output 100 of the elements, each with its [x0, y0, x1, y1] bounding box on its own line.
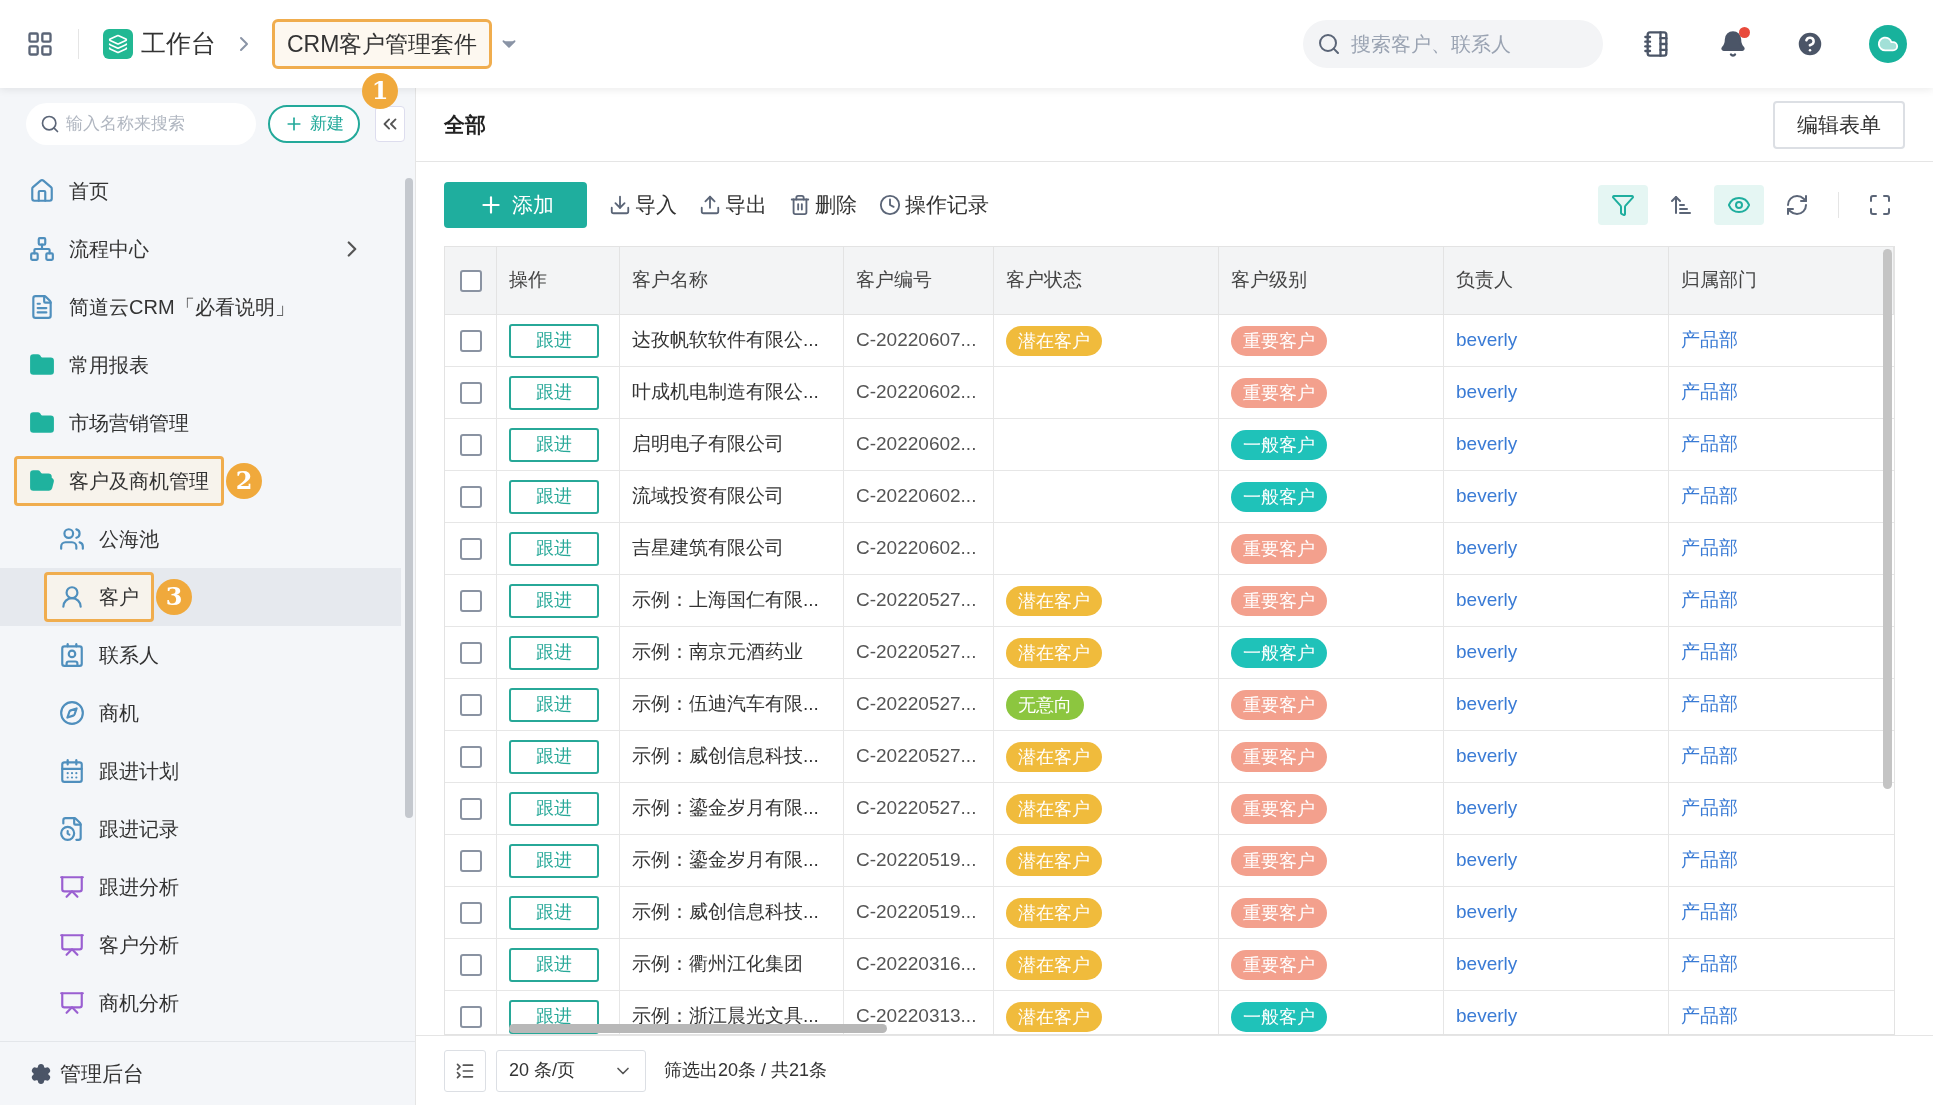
- sidebar-item[interactable]: 公海池: [44, 514, 174, 564]
- toolbar-action[interactable]: 导入: [609, 189, 677, 221]
- department-link[interactable]: 产品部: [1681, 950, 1738, 979]
- department-link[interactable]: 产品部: [1681, 638, 1738, 667]
- owner-link[interactable]: beverly: [1456, 690, 1518, 719]
- owner-link[interactable]: beverly: [1456, 638, 1518, 667]
- department-link[interactable]: 产品部: [1681, 534, 1738, 563]
- row-checkbox[interactable]: [459, 329, 482, 352]
- sidebar-item[interactable]: 客户: [44, 572, 154, 622]
- avatar[interactable]: [1869, 25, 1907, 63]
- help-icon[interactable]: [1795, 29, 1825, 59]
- row-checkbox[interactable]: [459, 537, 482, 560]
- search-field[interactable]: 输入名称来搜索: [26, 103, 256, 145]
- owner-link[interactable]: beverly: [1456, 430, 1518, 459]
- follow-up-button[interactable]: 跟进: [509, 895, 599, 930]
- sidebar-item[interactable]: 客户分析: [44, 920, 194, 970]
- owner-link[interactable]: beverly: [1456, 794, 1518, 823]
- settings-icon: [30, 1062, 52, 1085]
- department-link[interactable]: 产品部: [1681, 430, 1738, 459]
- owner-link[interactable]: beverly: [1456, 326, 1518, 355]
- notebook-icon[interactable]: [1643, 30, 1671, 58]
- department-link[interactable]: 产品部: [1681, 482, 1738, 511]
- toolbar-tool[interactable]: [1598, 185, 1648, 225]
- tag: 重要客户: [1231, 793, 1327, 824]
- scrollbar[interactable]: [405, 178, 413, 818]
- search-field[interactable]: 搜索客户、联系人: [1303, 20, 1603, 68]
- follow-up-button[interactable]: 跟进: [509, 791, 599, 826]
- sidebar-item[interactable]: 客户及商机管理: [14, 456, 224, 506]
- collapse-button[interactable]: [375, 106, 405, 142]
- department-link[interactable]: 产品部: [1681, 378, 1738, 407]
- row-checkbox[interactable]: [459, 485, 482, 508]
- follow-up-button[interactable]: 跟进: [509, 635, 599, 670]
- row-checkbox[interactable]: [459, 901, 482, 924]
- bell-icon[interactable]: [1719, 30, 1747, 58]
- app-title[interactable]: CRM客户管理套件: [272, 19, 493, 69]
- follow-up-button[interactable]: 跟进: [509, 947, 599, 982]
- toolbar-tool[interactable]: [1714, 185, 1764, 225]
- department-link[interactable]: 产品部: [1681, 846, 1738, 875]
- row-checkbox[interactable]: [459, 797, 482, 820]
- sidebar-item[interactable]: 跟进计划: [44, 746, 194, 796]
- follow-up-button[interactable]: 跟进: [509, 583, 599, 618]
- owner-link[interactable]: beverly: [1456, 950, 1518, 979]
- department-link[interactable]: 产品部: [1681, 326, 1738, 355]
- sidebar-item[interactable]: 流程中心: [14, 224, 164, 274]
- department-link[interactable]: 产品部: [1681, 586, 1738, 615]
- owner-link[interactable]: beverly: [1456, 898, 1518, 927]
- owner-link[interactable]: beverly: [1456, 534, 1518, 563]
- row-checkbox[interactable]: [459, 641, 482, 664]
- row-checkbox[interactable]: [459, 953, 482, 976]
- follow-up-button[interactable]: 跟进: [509, 323, 599, 358]
- add-button[interactable]: 添加: [444, 182, 587, 228]
- row-checkbox[interactable]: [459, 433, 482, 456]
- follow-up-button[interactable]: 跟进: [509, 375, 599, 410]
- follow-up-button[interactable]: 跟进: [509, 427, 599, 462]
- workspace-link[interactable]: 工作台: [141, 25, 216, 63]
- sidebar-item[interactable]: 商机分析: [44, 978, 194, 1028]
- department-link[interactable]: 产品部: [1681, 898, 1738, 927]
- row-height-button[interactable]: [444, 1049, 486, 1092]
- select-all-checkbox[interactable]: [459, 269, 482, 292]
- search-input[interactable]: 输入名称来搜索: [66, 111, 241, 137]
- owner-link[interactable]: beverly: [1456, 742, 1518, 771]
- apps-grid-icon[interactable]: [26, 30, 54, 58]
- toolbar-action[interactable]: 删除: [789, 189, 857, 221]
- owner-link[interactable]: beverly: [1456, 378, 1518, 407]
- follow-up-button[interactable]: 跟进: [509, 739, 599, 774]
- owner-link[interactable]: beverly: [1456, 1002, 1518, 1031]
- row-checkbox[interactable]: [459, 745, 482, 768]
- sidebar-item[interactable]: 跟进记录: [44, 804, 194, 854]
- scrollbar[interactable]: [509, 1024, 887, 1033]
- follow-up-button[interactable]: 跟进: [509, 843, 599, 878]
- page-size-select[interactable]: 20 条/页: [496, 1049, 646, 1092]
- sidebar-item[interactable]: 常用报表: [14, 340, 164, 390]
- edit-form-button[interactable]: 编辑表单: [1773, 100, 1905, 149]
- new-button[interactable]: 新建: [268, 105, 360, 143]
- toolbar-action[interactable]: 操作记录: [879, 189, 989, 221]
- sidebar-item[interactable]: 联系人: [44, 630, 174, 680]
- follow-up-button[interactable]: 跟进: [509, 531, 599, 566]
- scrollbar[interactable]: [1883, 249, 1892, 789]
- sidebar-item[interactable]: 商机: [44, 688, 154, 738]
- row-checkbox[interactable]: [459, 1005, 482, 1028]
- row-checkbox[interactable]: [459, 589, 482, 612]
- owner-link[interactable]: beverly: [1456, 482, 1518, 511]
- owner-link[interactable]: beverly: [1456, 586, 1518, 615]
- search-input[interactable]: 搜索客户、联系人: [1351, 29, 1581, 59]
- department-link[interactable]: 产品部: [1681, 742, 1738, 771]
- department-link[interactable]: 产品部: [1681, 690, 1738, 719]
- row-checkbox[interactable]: [459, 849, 482, 872]
- owner-link[interactable]: beverly: [1456, 846, 1518, 875]
- row-checkbox[interactable]: [459, 693, 482, 716]
- sidebar-item[interactable]: 市场营销管理: [14, 398, 204, 448]
- department-link[interactable]: 产品部: [1681, 1002, 1738, 1031]
- department-link[interactable]: 产品部: [1681, 794, 1738, 823]
- sidebar-item[interactable]: 跟进分析: [44, 862, 194, 912]
- row-checkbox[interactable]: [459, 381, 482, 404]
- follow-up-button[interactable]: 跟进: [509, 479, 599, 514]
- sidebar-item[interactable]: 首页: [14, 166, 124, 216]
- toolbar-action[interactable]: 导出: [699, 189, 767, 221]
- follow-up-button[interactable]: 跟进: [509, 687, 599, 722]
- admin-link[interactable]: 管理后台: [60, 1057, 144, 1090]
- sidebar-item[interactable]: 简道云CRM「必看说明」: [14, 282, 310, 332]
